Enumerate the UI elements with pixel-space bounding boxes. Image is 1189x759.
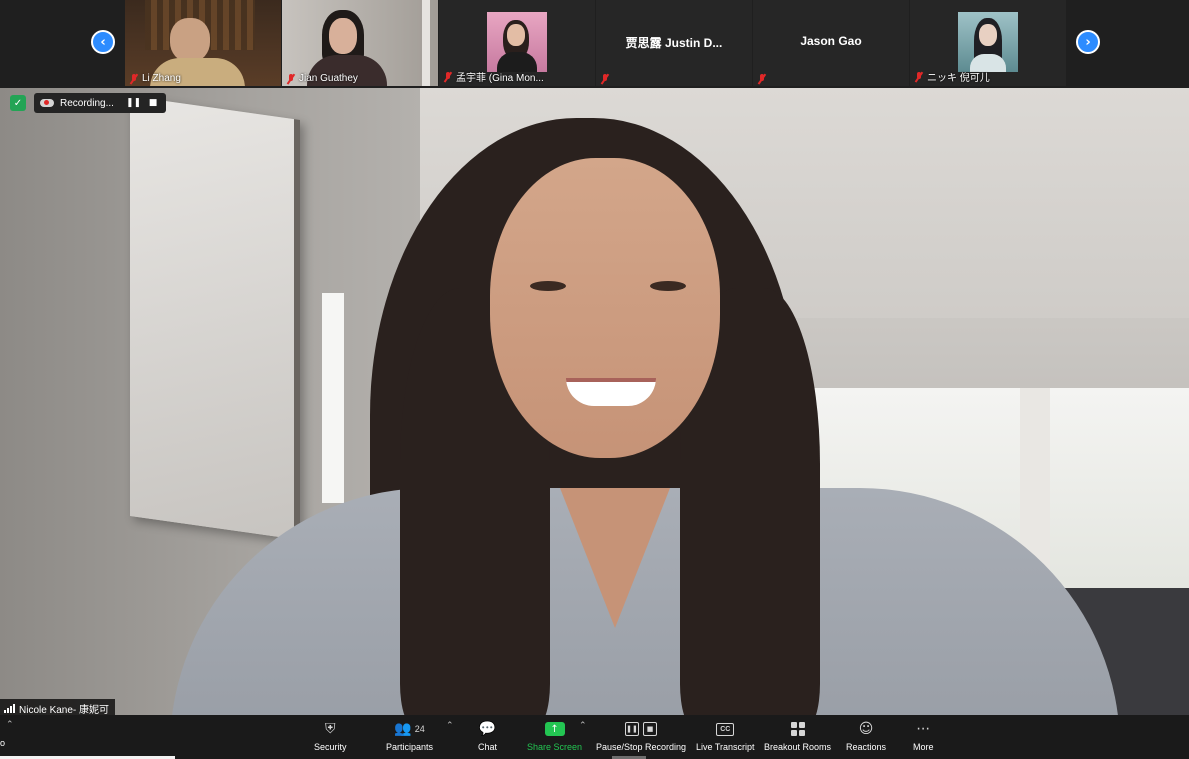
tile-name: 孟宇菲 (Gina Mon... bbox=[443, 69, 544, 84]
speaker-name-label: Nicole Kane- 康妮可 bbox=[0, 699, 116, 716]
chat-icon: 💬 bbox=[478, 721, 497, 737]
wall-painting bbox=[130, 96, 300, 540]
share-caret-icon[interactable]: ⌃ bbox=[579, 721, 587, 731]
video-tile[interactable]: Jason Gao bbox=[753, 0, 909, 86]
reactions-label: Reactions bbox=[846, 742, 887, 752]
video-tile[interactable]: Li Zhang bbox=[125, 0, 281, 86]
avatar bbox=[487, 12, 547, 72]
closed-caption-icon: CC bbox=[716, 719, 735, 739]
tile-name bbox=[757, 74, 767, 84]
security-button[interactable]: ⛨ Security bbox=[314, 719, 347, 752]
mic-muted-icon bbox=[443, 71, 453, 82]
active-speaker-video bbox=[0, 88, 1189, 715]
stop-recording-icon[interactable]: ■ bbox=[146, 98, 160, 108]
gallery-strip: ‹ Li Zhang Jian Guathey 孟宇菲 (Gina Mon...… bbox=[0, 0, 1189, 88]
speaker-eye-right bbox=[650, 281, 686, 291]
mic-muted-icon bbox=[757, 74, 767, 84]
participants-button[interactable]: 👥 24 Participants bbox=[386, 719, 433, 752]
breakout-rooms-icon bbox=[790, 719, 805, 739]
pause-stop-icon: ❚❚ ■ bbox=[625, 719, 658, 739]
security-label: Security bbox=[314, 742, 347, 752]
speaker-mouth bbox=[566, 378, 656, 406]
avatar bbox=[958, 12, 1018, 72]
participants-caret-icon[interactable]: ⌃ bbox=[446, 721, 454, 731]
pause-stop-recording-button[interactable]: ❚❚ ■ Pause/Stop Recording bbox=[596, 719, 686, 752]
pause-recording-icon[interactable]: ❚❚ bbox=[126, 98, 141, 108]
share-screen-button[interactable]: ↑ Share Screen bbox=[527, 719, 582, 752]
tile-name bbox=[600, 74, 610, 84]
shield-icon: ⛨ bbox=[325, 721, 336, 737]
more-button[interactable]: ⋯ More bbox=[913, 719, 934, 752]
zoom-meeting-window: ‹ Li Zhang Jian Guathey 孟宇菲 (Gina Mon...… bbox=[0, 0, 1189, 759]
mic-muted-icon bbox=[129, 73, 139, 84]
recording-status-text: Recording... bbox=[60, 97, 114, 109]
cc-icon-text: CC bbox=[716, 722, 735, 736]
chat-label: Chat bbox=[478, 742, 498, 752]
tile-center-name: Jason Gao bbox=[800, 34, 862, 48]
window-frame bbox=[422, 0, 430, 86]
recording-label: Pause/Stop Recording bbox=[596, 742, 687, 752]
more-dots-icon: ⋯ bbox=[916, 721, 931, 737]
more-label: More bbox=[913, 742, 934, 752]
video-tile[interactable]: ニッキ 倪可儿 bbox=[910, 0, 1066, 86]
video-tile[interactable]: 贾思露 Justin D... bbox=[596, 0, 752, 86]
mic-muted-icon bbox=[914, 71, 924, 82]
encryption-shield-icon[interactable]: ✓ bbox=[10, 95, 26, 111]
caret-up-icon[interactable]: ⌃ bbox=[6, 720, 14, 730]
prev-page-arrow-icon[interactable]: ‹ bbox=[91, 30, 115, 54]
participants-label: Participants bbox=[386, 742, 434, 752]
connection-bars-icon bbox=[4, 703, 15, 713]
video-tile[interactable]: Jian Guathey bbox=[282, 0, 438, 86]
speaker-eye-left bbox=[530, 281, 566, 291]
avatar-face bbox=[979, 24, 997, 46]
tile-name: Jian Guathey bbox=[286, 73, 358, 84]
avatar-face bbox=[507, 24, 525, 46]
smiley-plus-icon: ☺ bbox=[858, 721, 874, 737]
mic-muted-icon bbox=[286, 73, 296, 84]
tile-name: ニッキ 倪可儿 bbox=[914, 69, 990, 84]
share-screen-icon: ↑ bbox=[544, 719, 565, 739]
participant-face bbox=[170, 18, 210, 62]
speaker-face bbox=[490, 158, 720, 458]
speaker-name: Nicole Kane- 康妮可 bbox=[19, 704, 110, 716]
video-tile[interactable]: 孟宇菲 (Gina Mon... bbox=[439, 0, 595, 86]
tile-center-name: 贾思露 Justin D... bbox=[625, 36, 723, 50]
participant-face bbox=[329, 18, 357, 54]
participants-icon: 👥 24 bbox=[394, 721, 425, 737]
cloud-recording-icon bbox=[40, 99, 54, 107]
mic-muted-icon bbox=[600, 74, 610, 84]
share-screen-label: Share Screen bbox=[527, 742, 583, 752]
tile-name: Li Zhang bbox=[129, 73, 181, 84]
narrow-window bbox=[322, 293, 344, 503]
chat-button[interactable]: 💬 Chat bbox=[478, 719, 497, 752]
meeting-toolbar: ⌃ ⛨ Security 👥 24 Participants ⌃ 💬 Chat ↑… bbox=[0, 715, 1189, 759]
recording-indicator: Recording... ❚❚ ■ bbox=[34, 93, 166, 113]
transcript-label: Live Transcript bbox=[696, 742, 755, 752]
live-transcript-button[interactable]: CC Live Transcript bbox=[696, 719, 755, 752]
breakout-rooms-button[interactable]: Breakout Rooms bbox=[764, 719, 831, 752]
next-page-arrow-icon[interactable]: › bbox=[1076, 30, 1100, 54]
participants-count: 24 bbox=[414, 724, 425, 734]
breakout-label: Breakout Rooms bbox=[764, 742, 832, 752]
edge-label: o bbox=[0, 738, 6, 748]
reactions-button[interactable]: ☺ Reactions bbox=[846, 719, 886, 752]
